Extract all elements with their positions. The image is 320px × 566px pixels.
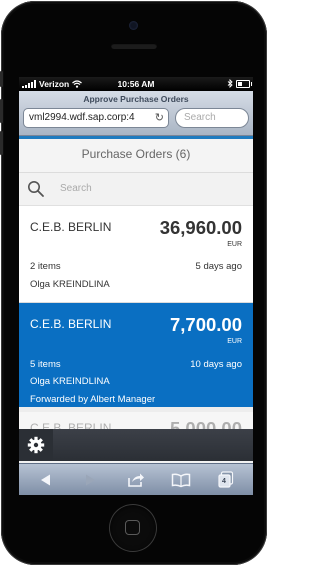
browser-search-field[interactable]: Search <box>175 108 249 128</box>
currency: EUR <box>227 241 242 248</box>
phone-frame: Verizon 10:56 AM Approve Purchase Orders… <box>0 1 267 565</box>
requester: Olga KREINDLINA <box>30 279 110 290</box>
item-count: 5 items <box>30 359 61 370</box>
tab-count: 4 <box>222 478 226 485</box>
app-footer <box>19 429 253 461</box>
order-age: 10 days ago <box>190 359 242 370</box>
front-camera <box>129 21 138 30</box>
vendor-name: C.E.B. BERLIN <box>30 317 112 331</box>
screen: Verizon 10:56 AM Approve Purchase Orders… <box>19 77 253 495</box>
share-icon[interactable] <box>127 472 145 488</box>
home-square-icon <box>125 520 140 535</box>
search-input[interactable]: Search <box>60 183 92 194</box>
order-amount: 36,960.00 <box>159 217 242 238</box>
order-age: 5 days ago <box>195 261 242 272</box>
clock: 10:56 AM <box>117 79 155 89</box>
status-bar: Verizon 10:56 AM <box>19 77 253 91</box>
browser-address-bar: Approve Purchase Orders vml2994.wdf.sap.… <box>19 91 253 136</box>
browser-page-title: Approve Purchase Orders <box>83 94 189 104</box>
bookmarks-icon[interactable] <box>171 472 191 488</box>
item-count: 2 items <box>30 261 61 272</box>
vendor-name: C.E.B. BERLIN <box>30 220 112 234</box>
url-field[interactable]: vml2994.wdf.sap.corp:4 ↻ <box>23 108 169 128</box>
mute-switch <box>0 71 3 87</box>
volume-down-button <box>0 131 3 155</box>
reload-icon[interactable]: ↻ <box>155 111 164 124</box>
forward-icon[interactable] <box>81 472 99 488</box>
battery-icon <box>236 79 252 88</box>
app-header: Purchase Orders (6) <box>19 136 253 173</box>
page-title: Purchase Orders (6) <box>81 147 191 161</box>
browser-toolbar: 4 <box>19 463 253 495</box>
order-amount: 7,700.00 <box>169 314 242 335</box>
list-item[interactable]: C.E.B. BERLIN 36,960.00 EUR 2 items 5 da… <box>19 206 253 303</box>
currency: EUR <box>227 338 242 345</box>
search-bar[interactable]: Search <box>19 173 253 206</box>
bluetooth-icon <box>227 79 233 88</box>
volume-up-button <box>0 99 3 123</box>
forwarded-note: Forwarded by Albert Manager <box>30 394 156 405</box>
earpiece-speaker <box>111 43 157 49</box>
back-icon[interactable] <box>37 472 55 488</box>
tabs-icon <box>218 471 234 488</box>
list-item-selected[interactable]: C.E.B. BERLIN 7,700.00 EUR 5 items 10 da… <box>19 303 253 407</box>
requester: Olga KREINDLINA <box>30 376 110 387</box>
home-button[interactable] <box>109 504 157 552</box>
gear-icon[interactable] <box>19 429 53 461</box>
tabs-button[interactable]: 4 <box>218 471 234 489</box>
url-text: vml2994.wdf.sap.corp:4 <box>29 112 135 123</box>
order-list: C.E.B. BERLIN 36,960.00 EUR 2 items 5 da… <box>19 206 253 453</box>
search-icon <box>28 181 44 197</box>
